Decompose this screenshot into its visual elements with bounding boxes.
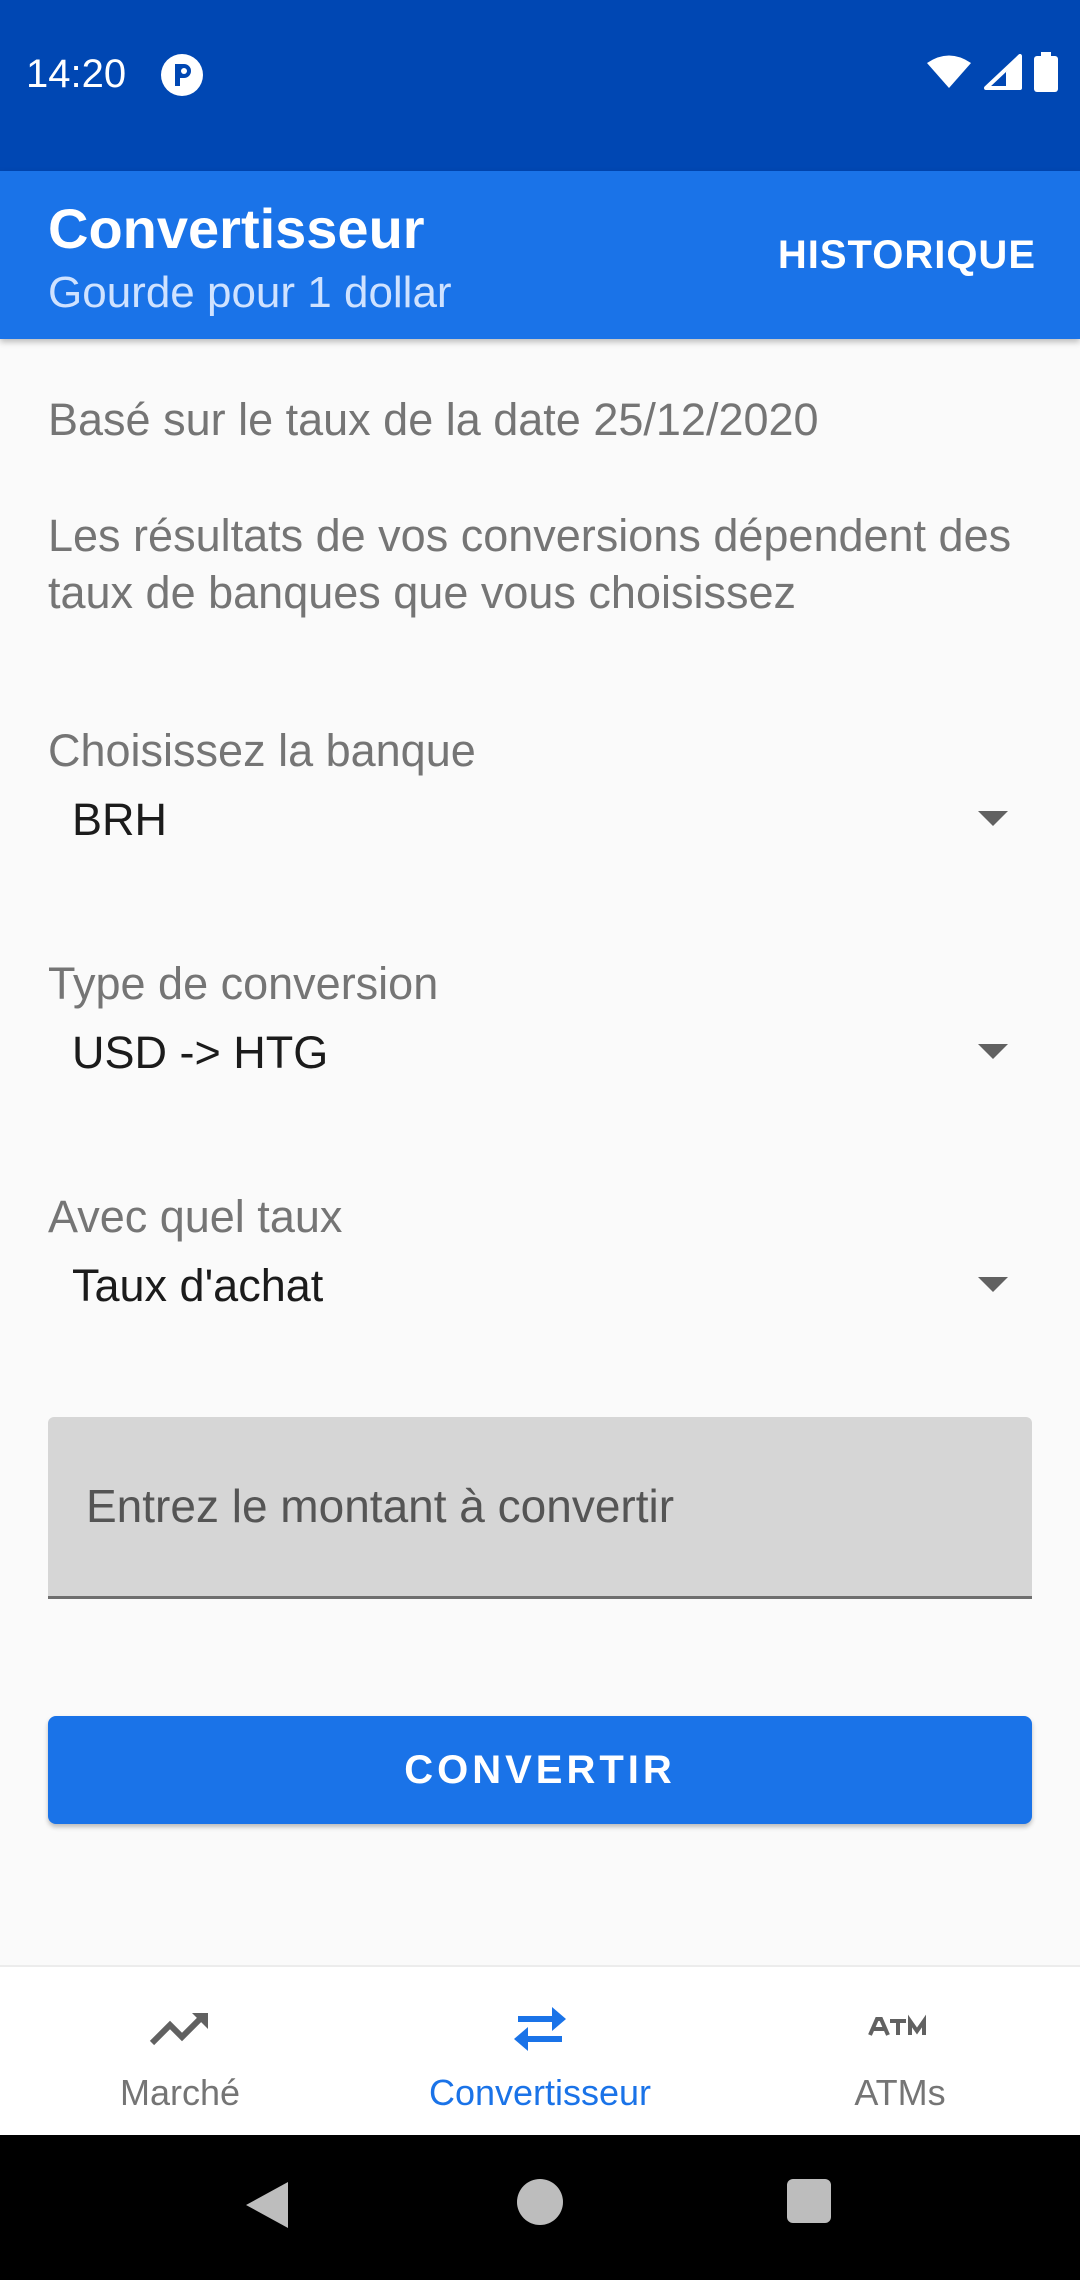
- bank-label: Choisissez la banque: [48, 725, 476, 776]
- rate-dropdown[interactable]: Taux d'achat: [48, 1239, 1008, 1335]
- rate-selected-value: Taux d'achat: [72, 1260, 324, 1311]
- page-title: Convertisseur: [48, 197, 425, 260]
- p-circle-icon: [160, 53, 204, 97]
- nav-label-convertisseur: Convertisseur: [428, 2072, 652, 2113]
- disclaimer-text: Les résultats de vos conversions dépende…: [48, 510, 1012, 618]
- bank-dropdown[interactable]: BRH: [48, 773, 1008, 869]
- converter-form: Basé sur le taux de la date 25/12/2020 L…: [0, 339, 1080, 1965]
- dropdown-arrow-icon: [978, 1277, 1008, 1292]
- nav-item-atms[interactable]: ATMs: [720, 1967, 1080, 2135]
- rate-date-text: Basé sur le taux de la date 25/12/2020: [48, 394, 819, 445]
- conversion-type-selected-value: USD -> HTG: [72, 1027, 329, 1078]
- wifi-icon: [926, 54, 972, 95]
- nav-item-convertisseur[interactable]: Convertisseur: [360, 1967, 720, 2135]
- trending-up-icon: [148, 2003, 212, 2055]
- recent-apps-icon[interactable]: [787, 2179, 831, 2223]
- page-subtitle: Gourde pour 1 dollar: [48, 268, 452, 317]
- status-time: 14:20: [26, 52, 127, 96]
- rate-label: Avec quel taux: [48, 1191, 343, 1242]
- history-button[interactable]: HISTORIQUE: [770, 221, 1044, 289]
- bottom-navigation: Marché Convertisseur ATMs: [0, 1965, 1080, 2135]
- status-bar: 14:20: [0, 0, 1080, 171]
- amount-field[interactable]: [48, 1417, 1032, 1599]
- amount-input[interactable]: [84, 1465, 988, 1547]
- convert-button[interactable]: CONVERTIR: [48, 1716, 1032, 1824]
- conversion-type-label: Type de conversion: [48, 958, 439, 1009]
- system-navigation-bar: [0, 2135, 1080, 2280]
- dropdown-arrow-icon: [978, 811, 1008, 826]
- home-icon[interactable]: [517, 2179, 563, 2225]
- swap-arrows-icon: [508, 2003, 572, 2055]
- nav-label-atms: ATMs: [854, 2072, 946, 2113]
- dropdown-arrow-icon: [978, 1044, 1008, 1059]
- signal-icon: [984, 53, 1022, 95]
- bank-selected-value: BRH: [72, 794, 168, 845]
- app-bar: Convertisseur Gourde pour 1 dollar HISTO…: [0, 171, 1080, 339]
- nav-label-marche: Marché: [119, 2072, 241, 2113]
- nav-item-marche[interactable]: Marché: [0, 1967, 360, 2135]
- back-icon[interactable]: [242, 2179, 292, 2231]
- status-icons: [926, 51, 1058, 97]
- atm-icon: [868, 2003, 932, 2055]
- conversion-type-dropdown[interactable]: USD -> HTG: [48, 1006, 1008, 1102]
- battery-icon: [1034, 51, 1058, 97]
